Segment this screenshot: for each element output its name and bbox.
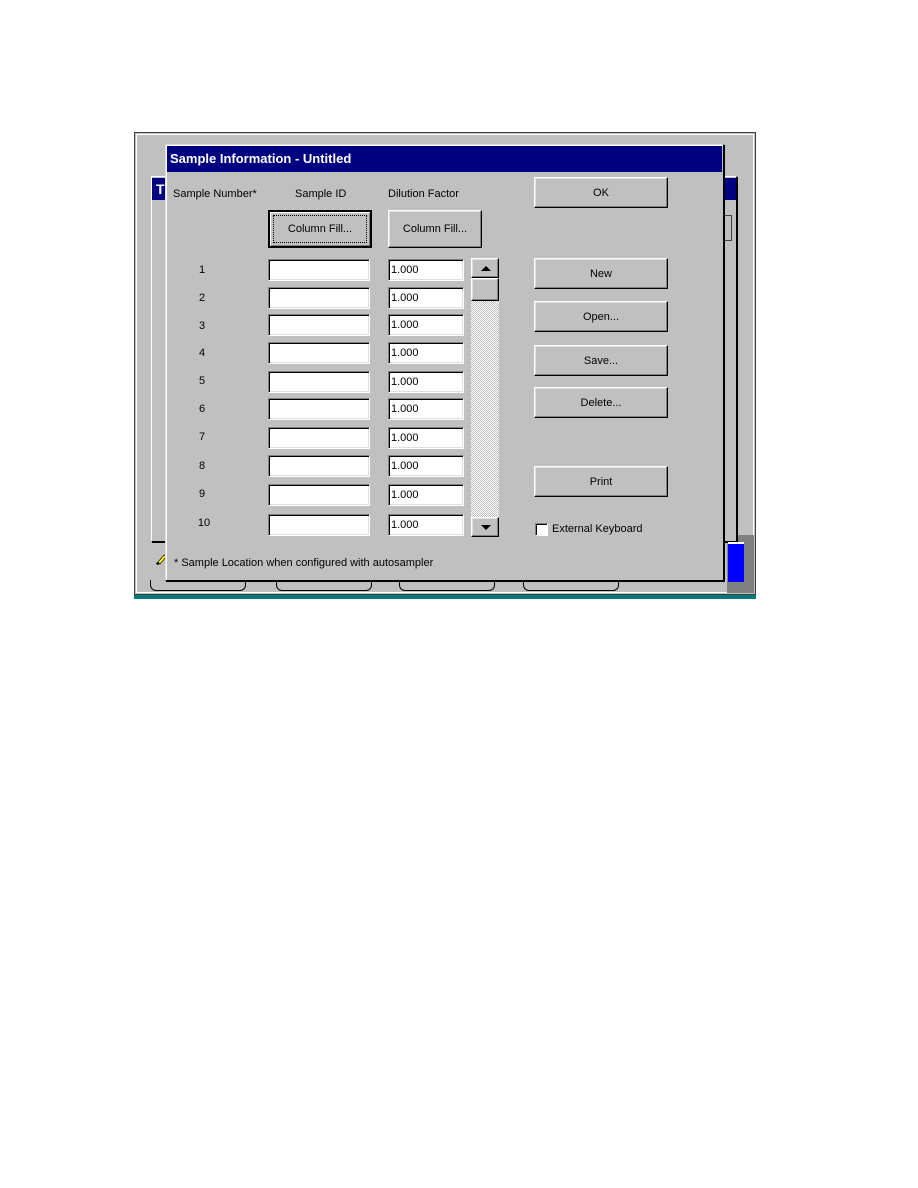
print-button[interactable]: Print: [534, 466, 668, 497]
sample-id-input[interactable]: [268, 342, 370, 364]
open-label: Open...: [582, 310, 620, 323]
app-tab-4[interactable]: [523, 580, 619, 591]
dilution-factor-input[interactable]: [388, 427, 464, 449]
taskbar-strip: [134, 595, 756, 599]
sample-id-input[interactable]: [268, 287, 370, 309]
sample-id-input[interactable]: [268, 371, 370, 393]
new-button[interactable]: New: [534, 258, 668, 289]
row-number: 1: [198, 264, 206, 276]
row-number: 3: [198, 320, 206, 332]
scroll-up-button[interactable]: [471, 258, 499, 278]
app-tab-3[interactable]: [399, 580, 495, 591]
arrow-down-icon: [481, 525, 491, 530]
sample-id-input[interactable]: [268, 259, 370, 281]
app-tab-1[interactable]: [150, 580, 246, 591]
scroll-down-button[interactable]: [471, 517, 499, 537]
external-keyboard-checkbox[interactable]: [535, 523, 548, 536]
delete-label: Delete...: [580, 396, 622, 409]
header-sample-id: Sample ID: [295, 188, 347, 200]
dilution-factor-input[interactable]: [388, 287, 464, 309]
row-number: 8: [198, 460, 206, 472]
column-fill-sample-id-button[interactable]: Column Fill...: [268, 210, 372, 248]
header-sample-number: Sample Number*: [173, 188, 257, 200]
new-label: New: [589, 267, 612, 280]
row-number: 9: [198, 488, 206, 500]
ok-button[interactable]: OK: [534, 177, 668, 208]
save-label: Save...: [583, 354, 619, 367]
row-number: 5: [198, 375, 206, 387]
row-number: 2: [198, 292, 206, 304]
sample-id-input[interactable]: [268, 427, 370, 449]
row-number: 7: [198, 431, 206, 443]
sample-id-input[interactable]: [268, 484, 370, 506]
column-fill-sample-id-label: Column Fill...: [287, 223, 353, 235]
sample-id-input[interactable]: [268, 455, 370, 477]
print-label: Print: [589, 475, 613, 488]
row-number: 10: [197, 517, 211, 529]
scroll-thumb[interactable]: [471, 278, 499, 301]
footnote: * Sample Location when configured with a…: [174, 557, 434, 569]
external-keyboard-label[interactable]: External Keyboard: [552, 523, 643, 535]
column-fill-dilution-button[interactable]: Column Fill...: [388, 210, 482, 248]
row-number: 4: [198, 347, 206, 359]
dilution-factor-input[interactable]: [388, 314, 464, 336]
dilution-factor-input[interactable]: [388, 514, 464, 536]
dilution-factor-input[interactable]: [388, 398, 464, 420]
header-dilution-factor: Dilution Factor: [388, 188, 459, 200]
status-indicator: [728, 542, 744, 582]
sample-id-input[interactable]: [268, 514, 370, 536]
app-tab-2[interactable]: [276, 580, 372, 591]
dialog-title: Sample Information - Untitled: [167, 146, 722, 172]
dilution-factor-input[interactable]: [388, 455, 464, 477]
ok-label: OK: [593, 186, 609, 199]
sample-id-input[interactable]: [268, 314, 370, 336]
dilution-factor-input[interactable]: [388, 259, 464, 281]
arrow-up-icon: [481, 266, 491, 271]
delete-button[interactable]: Delete...: [534, 387, 668, 418]
sample-id-input[interactable]: [268, 398, 370, 420]
dilution-factor-input[interactable]: [388, 371, 464, 393]
column-fill-dilution-label: Column Fill...: [402, 223, 468, 235]
open-button[interactable]: Open...: [534, 301, 668, 332]
dilution-factor-input[interactable]: [388, 484, 464, 506]
dilution-factor-input[interactable]: [388, 342, 464, 364]
row-number: 6: [198, 403, 206, 415]
save-button[interactable]: Save...: [534, 345, 668, 376]
